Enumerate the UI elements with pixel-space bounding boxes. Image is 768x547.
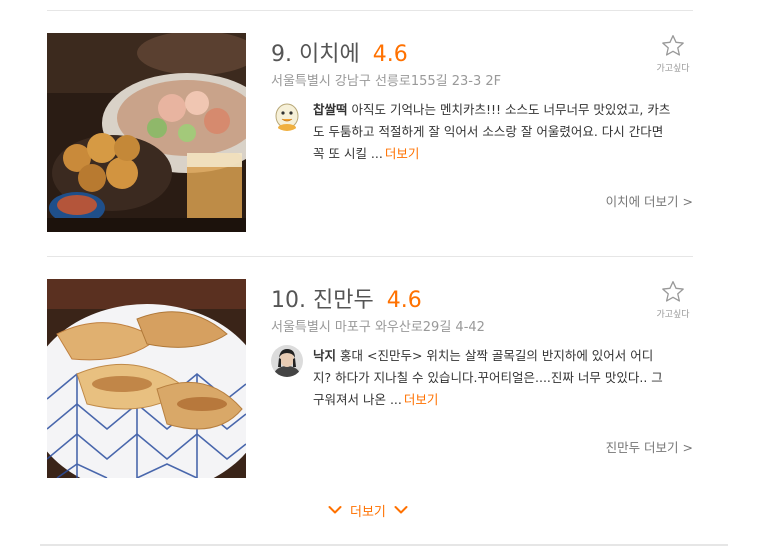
restaurant-rank: 9.: [271, 42, 292, 67]
restaurant-more-link[interactable]: 이치에 더보기 >: [606, 191, 693, 210]
divider: [47, 10, 693, 11]
restaurant-photo[interactable]: [47, 33, 246, 232]
restaurant-title[interactable]: 9. 이치에 4.6: [271, 36, 408, 68]
divider: [40, 544, 728, 546]
restaurant-rank: 10.: [271, 288, 306, 313]
avatar[interactable]: [271, 99, 303, 131]
chevron-down-icon: [394, 506, 408, 514]
star-outline-icon: [662, 281, 684, 302]
restaurant-rating: 4.6: [372, 42, 408, 67]
review-text-block: 찹쌀떡 아직도 기억나는 멘치카츠!!! 소스도 너무너무 맛있었고, 카츠도 두…: [313, 99, 671, 165]
restaurant-more-link[interactable]: 진만두 더보기 >: [606, 437, 693, 456]
restaurant-rating: 4.6: [386, 288, 422, 313]
restaurant-name: 이치에: [299, 42, 360, 67]
review-text-block: 낙지 홍대 <진만두> 위치는 살짝 골목길의 반지하에 있어서 어디지? 하다가…: [313, 345, 671, 411]
divider: [47, 256, 693, 257]
reviewer-nickname[interactable]: 찹쌀떡: [313, 102, 348, 117]
restaurant-card: 10. 진만두 4.6 서울특별시 마포구 와우산로29길 4-42 가고싶다 …: [47, 279, 693, 479]
wishlist-button[interactable]: 가고싶다: [653, 33, 693, 74]
restaurant-address: 서울특별시 마포구 와우산로29길 4-42: [271, 320, 485, 335]
review-more-link[interactable]: 더보기: [404, 392, 439, 407]
restaurant-name: 진만두: [313, 288, 374, 313]
wishlist-button[interactable]: 가고싶다: [653, 279, 693, 320]
wishlist-label: 가고싶다: [656, 310, 690, 320]
chevron-down-icon: [328, 506, 342, 514]
wishlist-label: 가고싶다: [656, 64, 690, 74]
review-more-link[interactable]: 더보기: [385, 146, 420, 161]
restaurant-title[interactable]: 10. 진만두 4.6: [271, 282, 422, 314]
restaurant-photo[interactable]: [47, 279, 246, 478]
star-outline-icon: [662, 35, 684, 56]
restaurant-card: 9. 이치에 4.6 서울특별시 강남구 선릉로155길 23-3 2F 가고싶…: [47, 33, 693, 233]
avatar[interactable]: [271, 345, 303, 377]
reviewer-nickname[interactable]: 낙지: [313, 348, 336, 363]
load-more-button[interactable]: 더보기: [328, 500, 408, 520]
restaurant-address: 서울특별시 강남구 선릉로155길 23-3 2F: [271, 74, 502, 89]
review-text: 아직도 기억나는 멘치카츠!!! 소스도 너무너무 맛있었고, 카츠도 두툼하고…: [313, 102, 671, 161]
load-more-label: 더보기: [350, 504, 386, 520]
review-text: 홍대 <진만두> 위치는 살짝 골목길의 반지하에 있어서 어디지? 하다가 지…: [313, 348, 663, 407]
